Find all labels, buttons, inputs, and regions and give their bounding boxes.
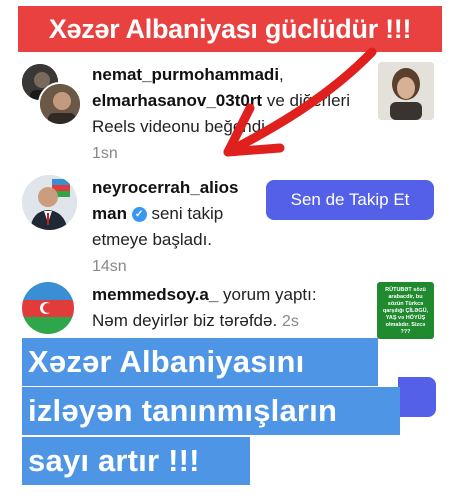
top-banner-text: Xəzər Albaniyası güclüdür !!! bbox=[48, 13, 412, 44]
timestamp: 14sn bbox=[92, 258, 127, 275]
username[interactable]: memmedsoy.a_ bbox=[92, 285, 218, 304]
avatar[interactable] bbox=[22, 282, 74, 334]
reel-thumbnail[interactable] bbox=[378, 62, 434, 120]
caption-text: sayı artır !!! bbox=[28, 443, 200, 478]
caption-text: Xəzər Albaniyasını bbox=[28, 344, 305, 379]
follow-back-label: Sen de Takip Et bbox=[290, 190, 410, 209]
action-text: yorum yaptı: bbox=[223, 285, 317, 304]
notification-text: memmedsoy.a_ yorum yaptı: Nəm deyirlər b… bbox=[92, 282, 362, 335]
notification-text: neyrocerrah_alios man ✓ seni takip etmey… bbox=[92, 175, 272, 280]
caption-text: izləyən tanınmışların bbox=[28, 393, 338, 428]
comment-text: Nəm deyirlər biz tərəfdə. bbox=[92, 311, 278, 330]
action-text: seni takip bbox=[151, 204, 224, 223]
username[interactable]: elmarhasanov_03t0rt bbox=[92, 91, 262, 110]
username[interactable]: neyrocerrah_alios bbox=[92, 178, 238, 197]
caption-line: izləyən tanınmışların bbox=[22, 387, 400, 435]
notification-text: nemat_purmohammadi, elmarhasanov_03t0rt … bbox=[92, 65, 350, 162]
avatar[interactable] bbox=[22, 175, 77, 230]
username[interactable]: man bbox=[92, 204, 127, 223]
username[interactable]: nemat_purmohammadi bbox=[92, 65, 279, 84]
caption-line: sayı artır !!! bbox=[22, 437, 250, 485]
avatar[interactable] bbox=[38, 82, 82, 126]
post-thumbnail[interactable]: RÜTUBƏT sözü arabacdir, bu sözün Türkcə … bbox=[377, 282, 434, 339]
timestamp: 1sn bbox=[92, 145, 118, 162]
timestamp: 2s bbox=[281, 313, 299, 330]
caption-line: Xəzər Albaniyasını bbox=[22, 338, 378, 386]
verified-badge-icon: ✓ bbox=[131, 207, 147, 223]
avatar-group[interactable] bbox=[20, 62, 84, 126]
thumbnail-text: RÜTUBƏT sözü arabacdir, bu sözün Türkcə … bbox=[382, 287, 429, 335]
follow-back-button[interactable]: Sen de Takip Et bbox=[266, 180, 434, 220]
follow-button-partial[interactable] bbox=[398, 377, 436, 417]
action-text: etmeye başladı. bbox=[92, 230, 213, 249]
top-banner: Xəzər Albaniyası güclüdür !!! bbox=[18, 6, 442, 52]
